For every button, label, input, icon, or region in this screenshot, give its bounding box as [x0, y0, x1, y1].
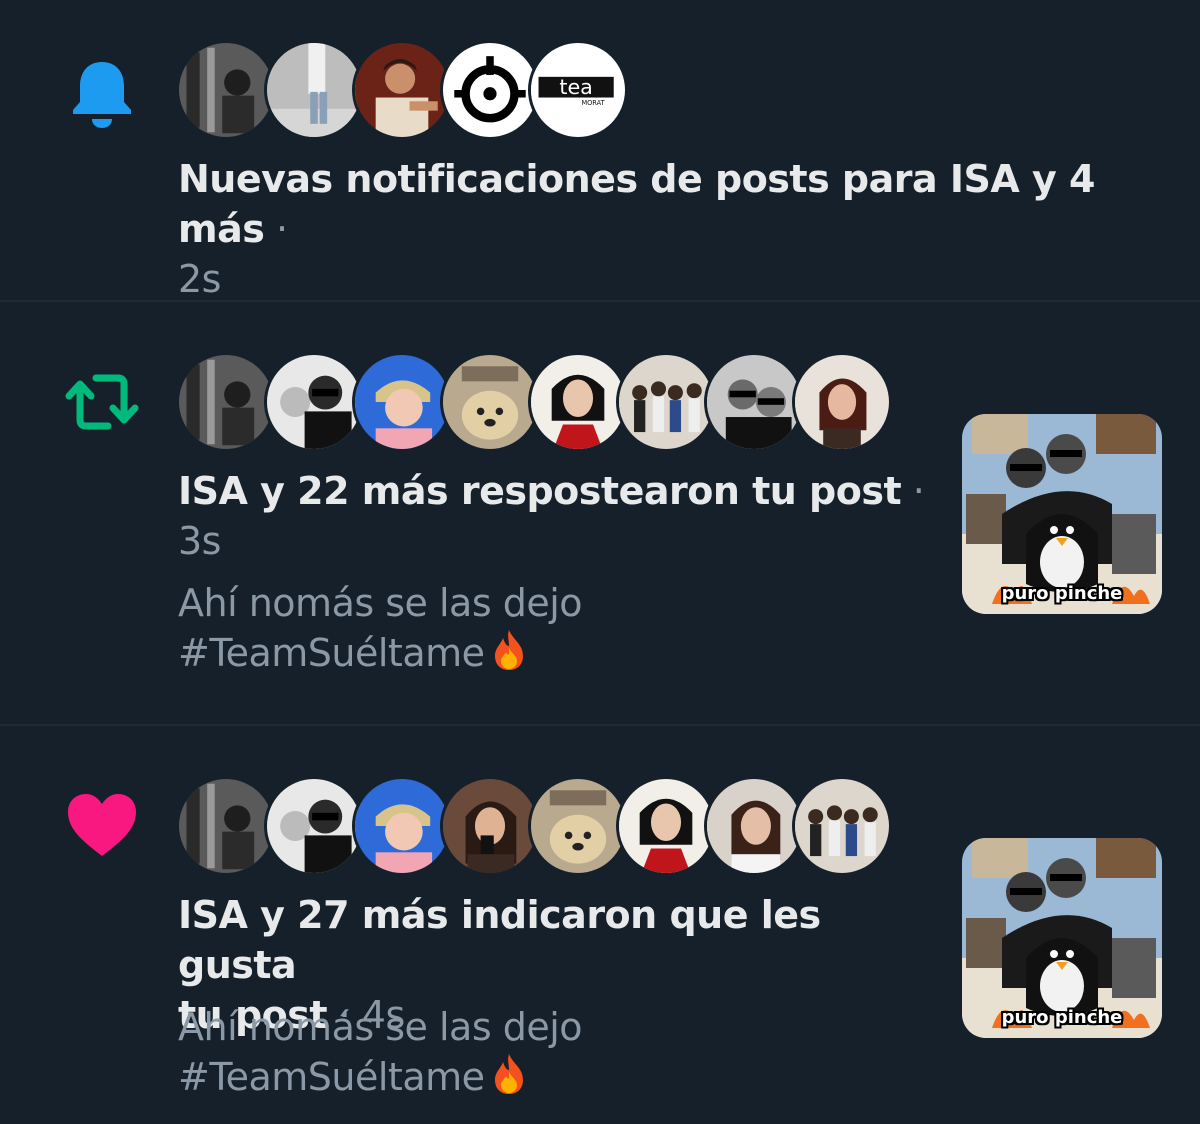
avatar[interactable]	[176, 352, 276, 452]
heart-icon	[64, 788, 140, 864]
headline-text-line1: ISA y 27 más indicaron que les gusta	[178, 893, 821, 987]
fire-emoji-icon	[489, 628, 529, 672]
avatar[interactable]	[264, 352, 364, 452]
post-text-line1: Ahí nomás se las dejo	[178, 1005, 583, 1049]
notification-headline: Nuevas notificaciones de posts para ISA …	[178, 154, 1178, 304]
notification-headline: ISA y 22 más respostearon tu post · 3s	[178, 466, 938, 566]
post-hashtag[interactable]: #TeamSuéltame	[178, 631, 485, 675]
avatar-group	[176, 352, 892, 452]
headline-text: ISA y 22 más respostearon tu post	[178, 469, 902, 513]
fire-emoji-icon	[489, 1052, 529, 1096]
avatar[interactable]	[616, 352, 716, 452]
avatar[interactable]	[528, 352, 628, 452]
avatar[interactable]	[176, 40, 276, 140]
avatar[interactable]	[792, 352, 892, 452]
post-thumbnail[interactable]: puro pinche	[962, 414, 1162, 614]
avatar[interactable]	[352, 40, 452, 140]
separator: ·	[901, 469, 925, 513]
bell-icon	[64, 56, 140, 132]
separator: ·	[264, 207, 288, 251]
headline-text: Nuevas notificaciones de posts para ISA …	[178, 157, 1095, 251]
avatar[interactable]	[704, 352, 804, 452]
avatar-group: tea MORAT	[176, 40, 628, 140]
post-text: Ahí nomás se las dejo #TeamSuéltame	[178, 578, 583, 678]
logo-subtext: MORAT	[581, 99, 605, 107]
post-text-line1: Ahí nomás se las dejo	[178, 581, 583, 625]
thumbnail-caption: puro pinche	[1001, 583, 1123, 604]
logo-text: tea	[559, 75, 593, 99]
repost-icon	[64, 364, 140, 440]
notification-reposts[interactable]: ISA y 22 más respostearon tu post · 3s A…	[0, 302, 1200, 726]
post-thumbnail[interactable]: puro pinche	[962, 838, 1162, 1038]
avatar[interactable]	[352, 352, 452, 452]
timestamp: 3s	[178, 519, 221, 563]
notification-new-posts[interactable]: tea MORAT Nuevas notificaciones de posts …	[0, 0, 1200, 302]
avatar[interactable]	[264, 40, 364, 140]
avatar-group	[176, 776, 892, 876]
avatar-logo[interactable]: tea MORAT	[528, 40, 628, 140]
avatar[interactable]	[528, 776, 628, 876]
timestamp: 2s	[178, 257, 221, 301]
avatar[interactable]	[792, 776, 892, 876]
avatar[interactable]	[264, 776, 364, 876]
avatar[interactable]	[616, 776, 716, 876]
notification-likes[interactable]: ISA y 27 más indicaron que les gusta tu …	[0, 726, 1200, 1124]
avatar[interactable]	[704, 776, 804, 876]
avatar[interactable]	[352, 776, 452, 876]
post-text: Ahí nomás se las dejo #TeamSuéltame	[178, 1002, 583, 1102]
post-hashtag[interactable]: #TeamSuéltame	[178, 1055, 485, 1099]
avatar[interactable]	[176, 776, 276, 876]
thumbnail-caption: puro pinche	[1001, 1007, 1123, 1028]
avatar[interactable]	[440, 40, 540, 140]
avatar[interactable]	[440, 352, 540, 452]
avatar[interactable]	[440, 776, 540, 876]
